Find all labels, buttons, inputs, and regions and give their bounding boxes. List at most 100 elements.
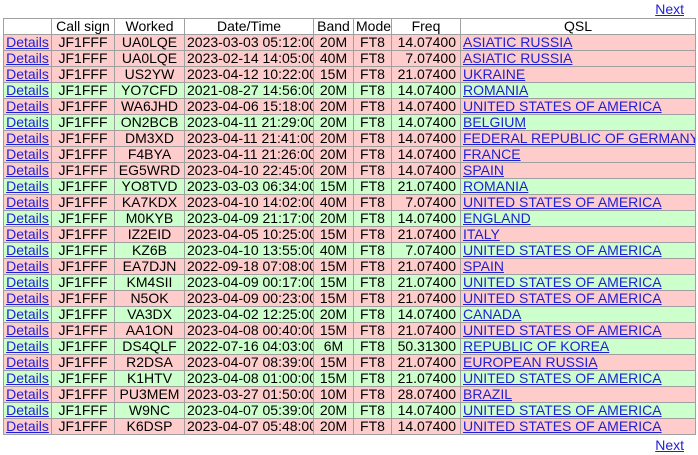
details-link[interactable]: Details [6, 420, 49, 434]
qsl-country-link[interactable]: UNITED STATES OF AMERICA [463, 196, 662, 210]
qsl-country-link[interactable]: UNITED STATES OF AMERICA [463, 244, 662, 258]
qsl-country-link[interactable]: UKRAINE [463, 68, 525, 82]
call-sign-cell: JF1FFF [51, 66, 115, 83]
qsl-country-link[interactable]: BRAZIL [463, 388, 512, 402]
qsl-country-link[interactable]: EUROPEAN RUSSIA [463, 356, 598, 370]
qsl-country-link[interactable]: ASIATIC RUSSIA [463, 52, 572, 66]
worked-cell: KZ6B [114, 242, 185, 259]
qsl-country-link[interactable]: BELGIUM [463, 116, 526, 130]
qsl-country-link[interactable]: ROMANIA [463, 180, 528, 194]
worked-cell: K6DSP [114, 418, 185, 435]
freq-cell: 7.07400 [391, 50, 461, 67]
freq-cell: 14.07400 [391, 82, 461, 99]
qsl-country-link[interactable]: SPAIN [463, 164, 504, 178]
qsl-country-link[interactable]: UNITED STATES OF AMERICA [463, 100, 662, 114]
details-link[interactable]: Details [6, 36, 49, 50]
details-link[interactable]: Details [6, 116, 49, 130]
details-link[interactable]: Details [6, 356, 49, 370]
details-link[interactable]: Details [6, 196, 49, 210]
details-link[interactable]: Details [6, 292, 49, 306]
table-row: Details JF1FFF YO8TVD 2023-03-03 06:34:00 15… [3, 178, 696, 195]
band-cell: 15M [313, 370, 354, 387]
mode-cell: FT8 [353, 258, 392, 275]
band-cell: 40M [313, 242, 354, 259]
details-link[interactable]: Details [6, 164, 49, 178]
next-page-link-bottom[interactable]: Next [655, 437, 684, 453]
details-link[interactable]: Details [6, 340, 49, 354]
details-link[interactable]: Details [6, 84, 49, 98]
details-link[interactable]: Details [6, 52, 49, 66]
worked-cell: ON2BCB [114, 114, 185, 131]
details-link[interactable]: Details [6, 148, 49, 162]
band-cell: 15M [313, 274, 354, 291]
call-sign-cell: JF1FFF [51, 162, 115, 179]
details-link[interactable]: Details [6, 404, 49, 418]
qsl-country-link[interactable]: UNITED STATES OF AMERICA [463, 276, 662, 290]
qsl-country-cell: FEDERAL REPUBLIC OF GERMANY [460, 130, 696, 147]
mode-cell: FT8 [353, 34, 392, 51]
qsl-country-link[interactable]: ITALY [463, 228, 500, 242]
qsl-country-link[interactable]: UNITED STATES OF AMERICA [463, 420, 662, 434]
qsl-country-link[interactable]: UNITED STATES OF AMERICA [463, 404, 662, 418]
call-sign-cell: JF1FFF [51, 258, 115, 275]
freq-cell: 28.07400 [391, 386, 461, 403]
worked-cell: W9NC [114, 402, 185, 419]
qsl-country-link[interactable]: UNITED STATES OF AMERICA [463, 324, 662, 338]
call-sign-cell: JF1FFF [51, 194, 115, 211]
datetime-cell: 2023-04-11 21:41:00 [184, 130, 314, 147]
datetime-cell: 2023-03-03 06:34:00 [184, 178, 314, 195]
table-row: Details JF1FFF N5OK 2023-04-09 00:23:00 15M F… [3, 290, 696, 307]
details-link[interactable]: Details [6, 180, 49, 194]
details-link[interactable]: Details [6, 276, 49, 290]
table-row: Details JF1FFF M0KYB 2023-04-09 21:17:00 20M… [3, 210, 696, 227]
qsl-country-link[interactable]: ASIATIC RUSSIA [463, 36, 572, 50]
details-link[interactable]: Details [6, 100, 49, 114]
details-link[interactable]: Details [6, 308, 49, 322]
details-link[interactable]: Details [6, 388, 49, 402]
details-cell: Details [3, 290, 52, 307]
details-link[interactable]: Details [6, 228, 49, 242]
call-sign-cell: JF1FFF [51, 50, 115, 67]
mode-cell: FT8 [353, 114, 392, 131]
call-sign-cell: JF1FFF [51, 386, 115, 403]
mode-cell: FT8 [353, 386, 392, 403]
worked-cell: F4BYA [114, 146, 185, 163]
freq-cell: 50.31300 [391, 338, 461, 355]
freq-cell: 21.07400 [391, 290, 461, 307]
qsl-country-link[interactable]: FEDERAL REPUBLIC OF GERMANY [463, 132, 695, 146]
band-cell: 20M [313, 402, 354, 419]
qsl-country-link[interactable]: FRANCE [463, 148, 521, 162]
details-link[interactable]: Details [6, 132, 49, 146]
next-page-link-top[interactable]: Next [655, 1, 684, 17]
call-sign-cell: JF1FFF [51, 98, 115, 115]
details-link[interactable]: Details [6, 244, 49, 258]
band-cell: 6M [313, 338, 354, 355]
details-link[interactable]: Details [6, 324, 49, 338]
band-cell: 20M [313, 146, 354, 163]
freq-cell: 21.07400 [391, 370, 461, 387]
details-link[interactable]: Details [6, 68, 49, 82]
freq-cell: 14.07400 [391, 210, 461, 227]
table-row: Details JF1FFF EA7DJN 2022-09-18 07:08:00 15… [3, 258, 696, 275]
freq-cell: 14.07400 [391, 402, 461, 419]
qsl-country-link[interactable]: UNITED STATES OF AMERICA [463, 372, 662, 386]
datetime-cell: 2023-04-11 21:29:00 [184, 114, 314, 131]
mode-cell: FT8 [353, 82, 392, 99]
details-cell: Details [3, 258, 52, 275]
call-sign-cell: JF1FFF [51, 274, 115, 291]
qsl-country-link[interactable]: UNITED STATES OF AMERICA [463, 292, 662, 306]
qsl-country-cell: BELGIUM [460, 114, 696, 131]
datetime-cell: 2023-04-10 22:45:00 [184, 162, 314, 179]
details-link[interactable]: Details [6, 372, 49, 386]
qsl-country-link[interactable]: ROMANIA [463, 84, 528, 98]
mode-cell: FT8 [353, 194, 392, 211]
qsl-country-link[interactable]: CANADA [463, 308, 521, 322]
mode-cell: FT8 [353, 338, 392, 355]
details-link[interactable]: Details [6, 260, 49, 274]
qsl-country-link[interactable]: ENGLAND [463, 212, 531, 226]
qsl-country-link[interactable]: SPAIN [463, 260, 504, 274]
band-cell: 15M [313, 178, 354, 195]
qsl-country-link[interactable]: REPUBLIC OF KOREA [463, 340, 609, 354]
details-link[interactable]: Details [6, 212, 49, 226]
datetime-cell: 2022-07-16 04:03:00 [184, 338, 314, 355]
